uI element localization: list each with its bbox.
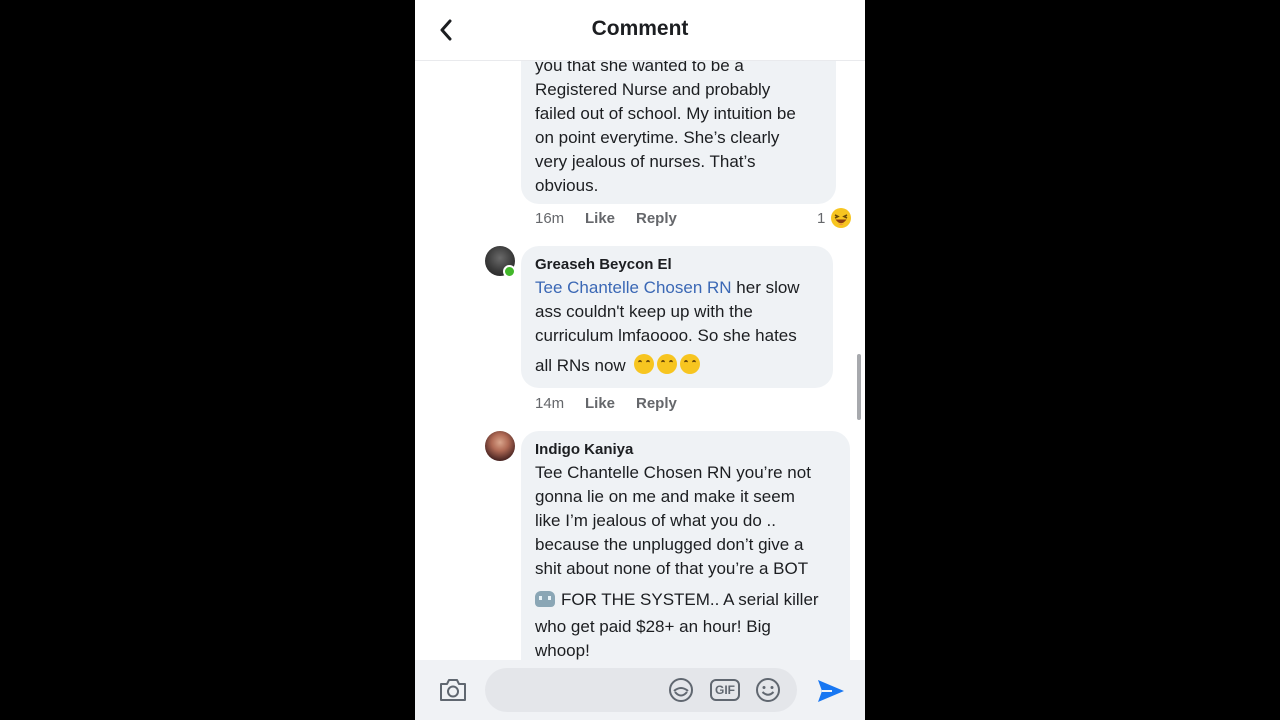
send-icon[interactable]	[815, 676, 847, 706]
comment-author[interactable]: Greaseh Beycon El	[535, 256, 672, 274]
comment-text-line: Tee Chantelle Chosen RN her slow	[535, 276, 800, 300]
comment-actions: 14m Like Reply	[535, 395, 735, 415]
header-bar: Comment	[415, 0, 865, 61]
sticker-icon[interactable]	[667, 677, 695, 703]
comment-text-line: because the unplugged don’t give a	[535, 535, 804, 554]
robot-face-emoji	[535, 591, 555, 607]
comment-actions: 16m Like Reply	[535, 210, 735, 230]
avatar[interactable]	[485, 431, 515, 461]
comment-text-line: very jealous of nurses. That’s	[535, 152, 756, 171]
scrollbar[interactable]	[857, 354, 861, 420]
reply-button[interactable]: Reply	[636, 210, 677, 227]
comment-author[interactable]: Indigo Kaniya	[535, 441, 633, 459]
comment-text-segment: all RNs now	[535, 356, 626, 375]
gif-label: GIF	[715, 683, 735, 697]
comment-bubble: Indigo Kaniya Tee Chantelle Chosen RN yo…	[521, 431, 850, 691]
comment-text-line: gonna lie on me and make it seem	[535, 487, 795, 506]
rolling-on-floor-laughing-emoji	[634, 354, 703, 375]
comment-text-field[interactable]	[499, 678, 663, 704]
comment-input[interactable]: GIF	[485, 668, 797, 712]
haha-reaction-icon[interactable]	[830, 207, 852, 229]
comment-text-line: shit about none of that you’re a BOT	[535, 559, 809, 578]
comment-text-line: FOR THE SYSTEM.. A serial killer	[535, 588, 819, 612]
comment-bubble: Greaseh Beycon El Tee Chantelle Chosen R…	[521, 246, 833, 388]
like-button[interactable]: Like	[585, 395, 615, 412]
comment-text-line: Tee Chantelle Chosen RN you’re not	[535, 463, 811, 482]
comment-text-line: Registered Nurse and probably	[535, 80, 771, 99]
camera-icon[interactable]	[437, 676, 469, 704]
mention-link[interactable]: Tee Chantelle Chosen RN	[535, 278, 732, 297]
comment-text-line: failed out of school. My intuition be	[535, 104, 796, 123]
like-button[interactable]: Like	[585, 210, 615, 227]
comment-screen: Comment you that she wanted to be a Regi…	[415, 0, 865, 720]
comment-text-line: obvious.	[535, 176, 599, 195]
gif-icon[interactable]: GIF	[709, 677, 741, 703]
comment-text-segment: FOR THE SYSTEM.. A serial killer	[561, 590, 819, 609]
reply-button[interactable]: Reply	[636, 395, 677, 412]
comment-text-line: who get paid $28+ an hour! Big	[535, 617, 771, 636]
emoji-icon[interactable]	[754, 677, 782, 703]
comment-text-line: like I’m jealous of what you do ..	[535, 511, 776, 530]
page-title: Comment	[591, 17, 689, 40]
comment-text-line: ass couldn't keep up with the	[535, 302, 753, 321]
comment-composer-bar: GIF	[415, 660, 865, 720]
comment-text-line: all RNs now	[535, 354, 800, 378]
comment-text-line: on point everytime. She’s clearly	[535, 128, 780, 147]
online-status-dot	[503, 265, 516, 278]
comment-timestamp: 16m	[535, 210, 565, 227]
comment-text-segment: her slow	[731, 278, 800, 297]
comment-bubble: you that she wanted to be a Registered N…	[521, 40, 836, 204]
reaction-count: 1	[817, 210, 826, 227]
comment-timestamp: 14m	[535, 395, 565, 412]
comment-text-line: curriculum lmfaoooo. So she hates	[535, 326, 797, 345]
